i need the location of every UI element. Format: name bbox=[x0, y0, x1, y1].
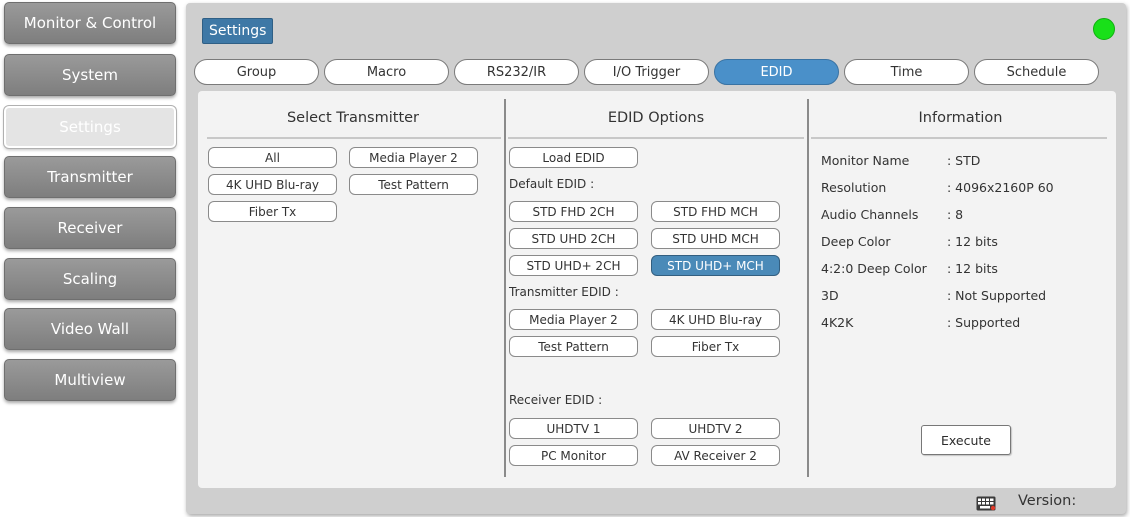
tab-time[interactable]: Time bbox=[844, 59, 969, 85]
tab-macro[interactable]: Macro bbox=[324, 59, 449, 85]
info-value-3d: : Not Supported bbox=[947, 288, 1047, 303]
column-divider bbox=[504, 99, 506, 477]
sidebar-item-scaling[interactable]: Scaling bbox=[4, 258, 176, 300]
sidebar-item-label: Receiver bbox=[57, 219, 123, 237]
select-transmitter-title: Select Transmitter bbox=[286, 110, 420, 126]
information-title: Information bbox=[918, 110, 1003, 126]
info-key-4k2k: 4K2K bbox=[821, 315, 854, 330]
tab-label: Macro bbox=[366, 64, 407, 80]
edid-tx-4k-uhd-bluray-button[interactable]: 4K UHD Blu-ray bbox=[651, 309, 780, 330]
tab-schedule[interactable]: Schedule bbox=[974, 59, 1099, 85]
tab-label: Time bbox=[890, 64, 923, 80]
sidebar-item-monitor-control[interactable]: Monitor & Control bbox=[4, 2, 176, 44]
edid-tx-fiber-tx-button[interactable]: Fiber Tx bbox=[651, 336, 780, 357]
edid-rx-uhdtv-1-button[interactable]: UHDTV 1 bbox=[509, 418, 638, 439]
sidebar-item-multiview[interactable]: Multiview bbox=[4, 359, 176, 401]
sidebar-item-label: Video Wall bbox=[50, 320, 130, 338]
edid-tx-test-pattern-button[interactable]: Test Pattern bbox=[509, 336, 638, 357]
tab-label: Group bbox=[236, 64, 277, 80]
tab-label: RS232/IR bbox=[486, 64, 547, 80]
info-key-deep-color: Deep Color bbox=[821, 234, 891, 249]
info-value-420-deep-color: : 12 bits bbox=[947, 261, 998, 276]
default-edid-label: Default EDID : bbox=[509, 177, 595, 191]
divider bbox=[207, 137, 501, 139]
tab-io-trigger[interactable]: I/O Trigger bbox=[584, 59, 709, 85]
info-value-4k2k: : Supported bbox=[947, 315, 1021, 330]
sidebar-item-label: System bbox=[62, 66, 118, 84]
sidebar-item-label: Transmitter bbox=[47, 168, 133, 186]
status-indicator-icon bbox=[1093, 18, 1115, 40]
edid-std-uhd-plus-mch-button[interactable]: STD UHD+ MCH bbox=[651, 255, 780, 276]
edid-std-uhd-plus-2ch-button[interactable]: STD UHD+ 2CH bbox=[509, 255, 638, 276]
version-label: Version: bbox=[1018, 493, 1077, 509]
edid-std-fhd-mch-button[interactable]: STD FHD MCH bbox=[651, 201, 780, 222]
edid-std-fhd-2ch-button[interactable]: STD FHD 2CH bbox=[509, 201, 638, 222]
edid-rx-uhdtv-2-button[interactable]: UHDTV 2 bbox=[651, 418, 780, 439]
info-key-3d: 3D bbox=[821, 288, 839, 303]
sidebar-item-label: Monitor & Control bbox=[23, 14, 157, 32]
tab-group[interactable]: Group bbox=[194, 59, 319, 85]
transmitter-4k-uhd-bluray-button[interactable]: 4K UHD Blu-ray bbox=[208, 174, 337, 195]
tab-bar: Group Macro RS232/IR I/O Trigger EDID Ti… bbox=[194, 59, 1106, 87]
tab-rs232-ir[interactable]: RS232/IR bbox=[454, 59, 579, 85]
column-divider bbox=[807, 99, 809, 477]
info-key-audio-channels: Audio Channels bbox=[821, 207, 919, 222]
sidebar-item-video-wall[interactable]: Video Wall bbox=[4, 308, 176, 350]
page-title: Settings bbox=[202, 18, 274, 44]
info-key-monitor-name: Monitor Name bbox=[821, 153, 910, 168]
edid-tx-media-player-2-button[interactable]: Media Player 2 bbox=[509, 309, 638, 330]
sidebar-item-system[interactable]: System bbox=[4, 54, 176, 96]
edid-rx-av-receiver-2-button[interactable]: AV Receiver 2 bbox=[651, 445, 780, 466]
info-value-deep-color: : 12 bits bbox=[947, 234, 998, 249]
load-edid-button[interactable]: Load EDID bbox=[509, 147, 638, 168]
edid-std-uhd-mch-button[interactable]: STD UHD MCH bbox=[651, 228, 780, 249]
execute-button[interactable]: Execute bbox=[921, 425, 1011, 455]
info-value-monitor-name: : STD bbox=[947, 153, 981, 168]
edid-std-uhd-2ch-button[interactable]: STD UHD 2CH bbox=[509, 228, 638, 249]
info-value-audio-channels: : 8 bbox=[947, 207, 964, 222]
sidebar-item-settings[interactable]: Settings bbox=[4, 106, 176, 148]
sidebar-item-label: Scaling bbox=[62, 270, 118, 288]
receiver-edid-label: Receiver EDID : bbox=[509, 393, 603, 407]
divider bbox=[508, 137, 804, 139]
transmitter-all-button[interactable]: All bbox=[208, 147, 337, 168]
transmitter-media-player-2-button[interactable]: Media Player 2 bbox=[349, 147, 478, 168]
transmitter-test-pattern-button[interactable]: Test Pattern bbox=[349, 174, 478, 195]
edid-options-title: EDID Options bbox=[607, 110, 705, 126]
info-value-resolution: : 4096x2160P 60 bbox=[947, 180, 1054, 195]
tab-label: Schedule bbox=[1006, 64, 1067, 80]
edid-rx-pc-monitor-button[interactable]: PC Monitor bbox=[509, 445, 638, 466]
info-key-resolution: Resolution bbox=[821, 180, 887, 195]
sidebar-item-transmitter[interactable]: Transmitter bbox=[4, 156, 176, 198]
info-key-420-deep-color: 4:2:0 Deep Color bbox=[821, 261, 927, 276]
sidebar-item-label: Multiview bbox=[54, 371, 126, 389]
tab-label: EDID bbox=[760, 64, 793, 80]
main-panel: Settings Group Macro RS232/IR I/O Trigge… bbox=[186, 3, 1126, 514]
transmitter-edid-label: Transmitter EDID : bbox=[509, 285, 619, 299]
content-area: Select Transmitter All Media Player 2 4K… bbox=[198, 91, 1116, 488]
transmitter-fiber-tx-button[interactable]: Fiber Tx bbox=[208, 201, 337, 222]
tab-label: I/O Trigger bbox=[612, 64, 681, 80]
tab-edid[interactable]: EDID bbox=[714, 59, 839, 85]
sidebar-item-label: Settings bbox=[59, 118, 121, 136]
sidebar-item-receiver[interactable]: Receiver bbox=[4, 207, 176, 249]
keyboard-icon[interactable] bbox=[976, 496, 996, 511]
divider bbox=[811, 137, 1107, 139]
